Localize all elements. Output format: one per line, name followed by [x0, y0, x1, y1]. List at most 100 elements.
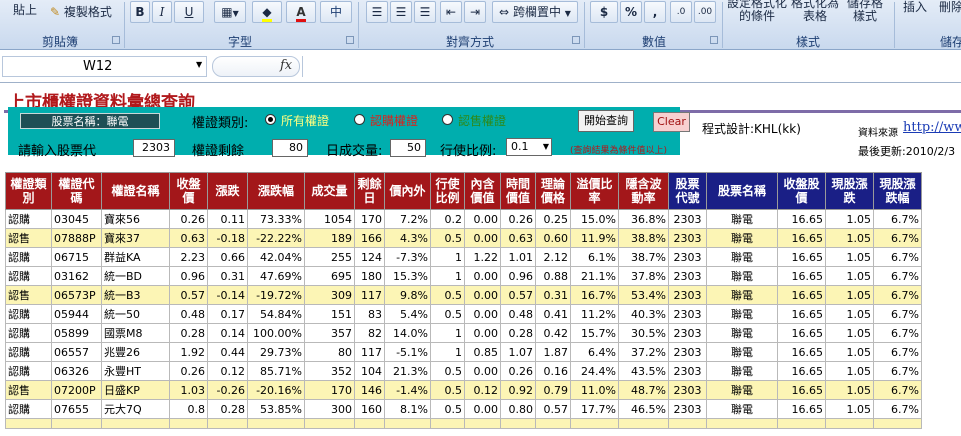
table-cell[interactable]: 2303	[668, 380, 707, 400]
table-row[interactable]: 認售 06573P 統一B3 0.57 -0.14 -19.72% 309 117 9.8% 0.…	[5, 285, 922, 305]
name-box-dropdown-icon[interactable]: ▼	[196, 60, 202, 69]
table-cell[interactable]: 0.26	[500, 209, 536, 229]
table-cell[interactable]: 17.7%	[570, 399, 619, 419]
table-cell[interactable]	[354, 418, 385, 429]
delete-button[interactable]: 刪除	[936, 0, 961, 19]
currency-button[interactable]: $	[590, 1, 618, 23]
table-cell[interactable]: 1.05	[825, 380, 874, 400]
option-put-warrants[interactable]: 認售權證	[458, 112, 506, 129]
table-cell[interactable]: 1.05	[825, 209, 874, 229]
table-cell[interactable]: 16.65	[777, 304, 826, 324]
table-cell[interactable]: 聯電	[706, 342, 778, 362]
table-cell[interactable]: 2303	[668, 323, 707, 343]
table-cell[interactable]: 0.96	[169, 266, 208, 286]
table-row[interactable]: 認購 06715 群益KA 2.23 0.66 42.04% 255 124 -7.3% 1 1.2…	[5, 247, 922, 267]
table-cell[interactable]: 160	[354, 399, 385, 419]
table-cell[interactable]: -0.18	[207, 228, 248, 248]
table-cell[interactable]: 2303	[668, 247, 707, 267]
table-cell[interactable]: 0.00	[464, 228, 501, 248]
table-cell[interactable]: 07655	[51, 399, 102, 419]
table-cell[interactable]: 16.65	[777, 399, 826, 419]
table-cell[interactable]: -7.3%	[384, 247, 431, 267]
table-cell[interactable]: 聯電	[706, 380, 778, 400]
table-cell[interactable]: 24.4%	[570, 361, 619, 381]
table-cell[interactable]: 1.92	[169, 342, 208, 362]
table-cell[interactable]: 2.12	[535, 247, 571, 267]
stock-code-input[interactable]: 2303	[133, 139, 175, 157]
cell-style-button[interactable]: 儲存格 樣式	[842, 0, 888, 27]
table-cell[interactable]: 8.1%	[384, 399, 431, 419]
table-cell[interactable]: 695	[304, 266, 355, 286]
table-cell[interactable]: 104	[354, 361, 385, 381]
table-cell[interactable]: 0.63	[500, 228, 536, 248]
table-cell[interactable]: 05899	[51, 323, 102, 343]
table-cell[interactable]: 6.7%	[873, 380, 922, 400]
table-cell[interactable]: 48.7%	[618, 380, 669, 400]
clear-button[interactable]: Clear	[653, 112, 690, 132]
table-cell[interactable]: 聯電	[706, 228, 778, 248]
table-cell[interactable]: 認購	[5, 209, 52, 229]
table-cell[interactable]: 2.23	[169, 247, 208, 267]
table-cell[interactable]: 認售	[5, 380, 52, 400]
table-cell[interactable]	[618, 418, 669, 429]
table-cell[interactable]: 1.03	[169, 380, 208, 400]
table-cell[interactable]: 14.0%	[384, 323, 431, 343]
table-cell[interactable]: 117	[354, 342, 385, 362]
table-cell[interactable]: 0.5	[430, 399, 465, 419]
conditional-format-button[interactable]: 設定格式化 的條件	[726, 0, 788, 27]
table-row[interactable]: 認售 07888P 寶來37 0.63 -0.18 -22.22% 189 166 4.3% 0.…	[5, 228, 922, 248]
table-cell[interactable]	[873, 418, 922, 429]
decrease-indent-button[interactable]: ⇤	[440, 1, 462, 23]
table-cell[interactable]: 5.4%	[384, 304, 431, 324]
dialog-launcher-icon[interactable]	[112, 36, 120, 44]
table-cell[interactable]: 1.87	[535, 342, 571, 362]
table-cell[interactable]: 21.1%	[570, 266, 619, 286]
table-cell[interactable]: 1.07	[500, 342, 536, 362]
table-cell[interactable]: 寶來37	[101, 228, 170, 248]
table-cell[interactable]: 2303	[668, 304, 707, 324]
table-cell[interactable]: 16.65	[777, 380, 826, 400]
table-cell[interactable]: 166	[354, 228, 385, 248]
table-cell[interactable]	[247, 418, 305, 429]
table-cell[interactable]: 2303	[668, 266, 707, 286]
table-cell[interactable]: 0.17	[207, 304, 248, 324]
table-cell[interactable]: 0.5	[430, 285, 465, 305]
table-cell[interactable]: 06573P	[51, 285, 102, 305]
table-cell[interactable]: 4.3%	[384, 228, 431, 248]
table-cell[interactable]: 0.25	[535, 209, 571, 229]
table-cell[interactable]: -5.1%	[384, 342, 431, 362]
table-cell[interactable]: 189	[304, 228, 355, 248]
table-cell[interactable]: 認售	[5, 228, 52, 248]
table-row[interactable]: 認購 06557 兆豐26 1.92 0.44 29.73% 80 117 -5.1% 1 0.85…	[5, 342, 922, 362]
table-cell[interactable]: 0.48	[169, 304, 208, 324]
table-cell[interactable]: 03045	[51, 209, 102, 229]
table-cell[interactable]: 2303	[668, 399, 707, 419]
table-cell[interactable]: 151	[304, 304, 355, 324]
table-cell[interactable]: 16.7%	[570, 285, 619, 305]
increase-decimal-button[interactable]: .0	[670, 1, 692, 23]
table-cell[interactable]	[464, 418, 501, 429]
table-cell[interactable]: 0.5	[430, 228, 465, 248]
table-cell[interactable]: 0.80	[500, 399, 536, 419]
italic-button[interactable]: I	[152, 1, 172, 23]
table-cell[interactable]: 認購	[5, 266, 52, 286]
table-cell[interactable]: 40.3%	[618, 304, 669, 324]
table-cell[interactable]: 42.04%	[247, 247, 305, 267]
option-call-warrants[interactable]: 認購權證	[370, 112, 418, 129]
exercise-ratio-select[interactable]: 0.1 ▼	[506, 138, 552, 156]
table-cell[interactable]: 0.12	[464, 380, 501, 400]
table-cell[interactable]: 6.7%	[873, 228, 922, 248]
table-cell[interactable]: 46.5%	[618, 399, 669, 419]
table-cell[interactable]: 7.2%	[384, 209, 431, 229]
table-cell[interactable]: 1.05	[825, 228, 874, 248]
table-cell[interactable]: 6.7%	[873, 361, 922, 381]
table-cell[interactable]: 15.3%	[384, 266, 431, 286]
dialog-launcher-icon[interactable]	[710, 36, 718, 44]
table-cell[interactable]: 認購	[5, 323, 52, 343]
table-cell[interactable]: 日盛KP	[101, 380, 170, 400]
table-cell[interactable]: 37.8%	[618, 266, 669, 286]
table-cell[interactable]: 16.65	[777, 285, 826, 305]
table-cell[interactable]: 100.00%	[247, 323, 305, 343]
table-cell[interactable]: 0.63	[169, 228, 208, 248]
table-cell[interactable]: 30.5%	[618, 323, 669, 343]
